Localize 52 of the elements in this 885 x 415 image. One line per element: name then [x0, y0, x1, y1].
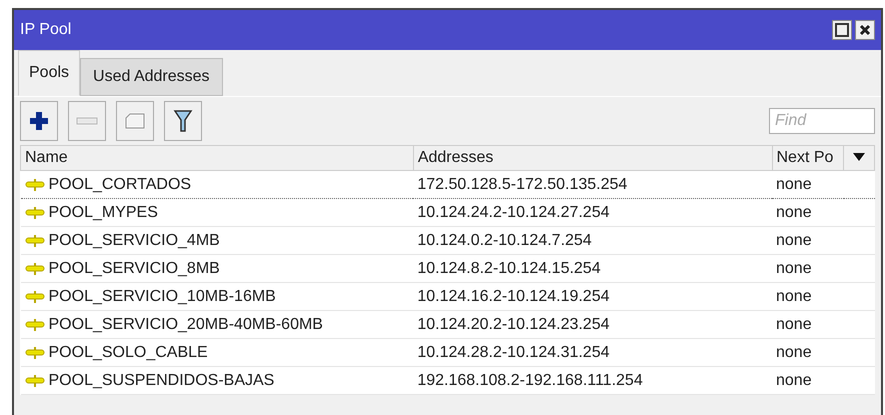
tab[interactable]: Used Addresses	[80, 58, 223, 96]
table-cell: 10.124.24.2-10.124.27.254	[413, 198, 772, 226]
pool-name: POOL_SERVICIO_10MB-16MB	[48, 288, 276, 306]
find-field[interactable]: Find	[769, 108, 875, 134]
pool-name: POOL_SERVICIO_20MB-40MB-60MB	[48, 316, 323, 334]
table-cell: none	[772, 170, 874, 198]
table-cell: 192.168.108.2-192.168.111.254	[413, 366, 772, 394]
pool-icon	[24, 234, 44, 248]
tab[interactable]: Pools	[18, 50, 80, 96]
filter-icon	[173, 109, 193, 133]
table-cell: none	[772, 198, 874, 226]
pool-name: POOL_SOLO_CABLE	[48, 344, 208, 362]
table-cell: none	[772, 338, 874, 366]
pool-icon	[24, 346, 44, 360]
column-header[interactable]: Addresses	[413, 146, 772, 170]
pool-name: POOL_SERVICIO_8MB	[48, 260, 220, 278]
column-header[interactable]: Next Po	[772, 146, 844, 170]
pool-name: POOL_SERVICIO_4MB	[48, 232, 220, 250]
plus-icon	[28, 110, 50, 132]
close-icon	[858, 23, 872, 37]
note-icon	[124, 112, 146, 130]
pool-icon	[24, 318, 44, 332]
maximize-icon	[835, 23, 849, 37]
table-cell: 10.124.8.2-10.124.15.254	[413, 254, 772, 282]
dropdown-icon	[852, 152, 866, 162]
column-menu-button[interactable]	[844, 146, 874, 170]
close-button[interactable]	[855, 20, 875, 40]
minus-icon	[76, 117, 98, 125]
pool-icon	[24, 178, 44, 192]
pool-icon	[24, 206, 44, 220]
add-button[interactable]	[20, 101, 58, 141]
pool-icon	[24, 374, 44, 388]
pool-icon	[24, 290, 44, 304]
pool-name: POOL_SUSPENDIDOS-BAJAS	[48, 372, 274, 390]
table-cell: 10.124.16.2-10.124.19.254	[413, 282, 772, 310]
maximize-button[interactable]	[832, 20, 852, 40]
table-cell: none	[772, 282, 874, 310]
table-cell: none	[772, 254, 874, 282]
table-cell: none	[772, 226, 874, 254]
window-title: IP Pool	[20, 21, 72, 39]
table-cell: 10.124.20.2-10.124.23.254	[413, 310, 772, 338]
table-cell: none	[772, 310, 874, 338]
table-cell: 172.50.128.5-172.50.135.254	[413, 170, 772, 198]
pool-name: POOL_CORTADOS	[48, 176, 192, 194]
table-cell: 10.124.28.2-10.124.31.254	[413, 338, 772, 366]
comment-button[interactable]	[116, 101, 154, 141]
pool-icon	[24, 262, 44, 276]
table-cell: none	[772, 366, 874, 394]
pool-name: POOL_MYPES	[48, 204, 158, 222]
table-cell: 10.124.0.2-10.124.7.254	[413, 226, 772, 254]
column-header[interactable]: Name	[20, 146, 414, 170]
filter-button[interactable]	[164, 101, 202, 141]
